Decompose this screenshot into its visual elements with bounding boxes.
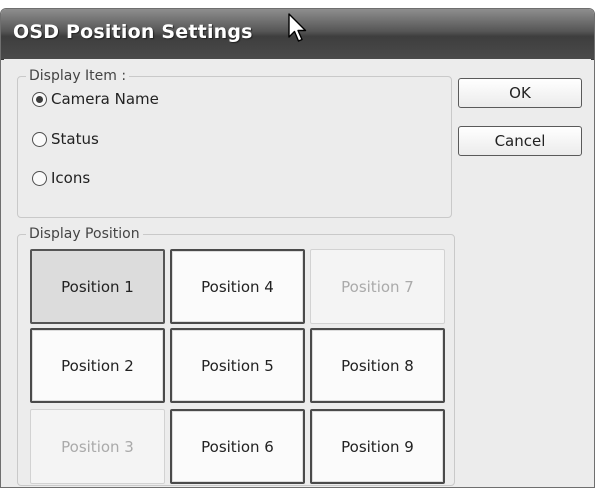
osd-position-settings-dialog: OSD Position Settings Display Item : Cam… — [0, 8, 595, 488]
cancel-button[interactable]: Cancel — [458, 126, 582, 156]
title-bar[interactable]: OSD Position Settings — [1, 9, 594, 60]
display-item-group: Display Item : Camera Name Status Icons — [17, 68, 452, 218]
position-1-button[interactable]: Position 1 — [30, 249, 165, 324]
radio-camera-name[interactable]: Camera Name — [32, 90, 159, 108]
position-8-button[interactable]: Position 8 — [310, 328, 445, 403]
radio-button-icon[interactable] — [32, 91, 47, 107]
dialog-title: OSD Position Settings — [13, 21, 253, 43]
position-3-button: Position 3 — [30, 409, 165, 484]
position-2-button[interactable]: Position 2 — [30, 328, 165, 403]
display-item-label: Display Item : — [26, 68, 130, 84]
position-5-button[interactable]: Position 5 — [170, 328, 305, 403]
mouse-pointer-icon — [288, 13, 307, 42]
radio-camera-name-label: Camera Name — [51, 90, 159, 108]
radio-icons[interactable]: Icons — [32, 169, 90, 187]
radio-dot-icon — [36, 95, 43, 103]
ok-button[interactable]: OK — [458, 78, 582, 108]
radio-icons-label: Icons — [51, 169, 91, 187]
radio-status[interactable]: Status — [32, 130, 99, 148]
radio-button-icon[interactable] — [32, 170, 47, 186]
position-4-button[interactable]: Position 4 — [170, 249, 305, 324]
position-6-button[interactable]: Position 6 — [170, 409, 305, 484]
radio-button-icon[interactable] — [32, 131, 47, 147]
display-position-label: Display Position — [26, 226, 143, 242]
radio-status-label: Status — [51, 130, 99, 148]
dialog-body: Display Item : Camera Name Status Icons … — [4, 59, 591, 487]
position-9-button[interactable]: Position 9 — [310, 409, 445, 484]
position-7-button: Position 7 — [310, 249, 445, 324]
